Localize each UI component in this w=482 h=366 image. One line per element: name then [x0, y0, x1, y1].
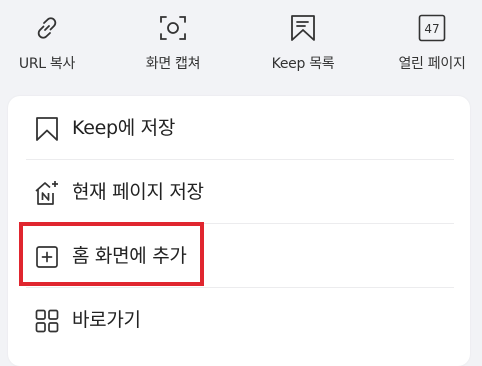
grid-icon — [35, 309, 59, 333]
open-pages-button[interactable]: 47 열린 페이지 — [377, 0, 482, 92]
copy-url-label: URL 복사 — [18, 56, 76, 72]
keep-list-label: Keep 목록 — [271, 56, 335, 72]
open-pages-icon: 47 — [418, 14, 446, 42]
menu-card: Keep에 저장 현재 페이지 저장 홈 화면에 추가 바로가기 — [8, 96, 470, 366]
add-square-icon — [36, 246, 58, 268]
shortcuts-label: 바로가기 — [72, 309, 141, 331]
copy-url-button[interactable]: URL 복사 — [0, 0, 102, 92]
add-to-home-screen-item[interactable]: 홈 화면에 추가 — [26, 224, 454, 288]
save-to-keep-label: Keep에 저장 — [72, 117, 176, 139]
screen-capture-label: 화면 캡쳐 — [145, 56, 201, 72]
keep-list-icon — [291, 15, 315, 41]
shortcuts-item[interactable]: 바로가기 — [26, 288, 454, 352]
link-icon — [37, 17, 57, 39]
open-pages-label: 열린 페이지 — [398, 56, 466, 72]
quick-action-bar: URL 복사 화면 캡쳐 Keep 목록 47 열린 페이지 — [0, 0, 482, 92]
save-current-page-item[interactable]: 현재 페이지 저장 — [26, 160, 454, 224]
screen-capture-button[interactable]: 화면 캡쳐 — [118, 0, 228, 92]
bookmark-icon — [36, 117, 58, 141]
save-current-page-label: 현재 페이지 저장 — [72, 181, 204, 203]
keep-list-button[interactable]: Keep 목록 — [248, 0, 358, 92]
save-to-keep-item[interactable]: Keep에 저장 — [26, 96, 454, 160]
open-pages-count: 47 — [424, 22, 439, 36]
save-page-icon — [35, 181, 58, 205]
screen-capture-icon — [160, 16, 186, 40]
add-to-home-screen-label: 홈 화면에 추가 — [72, 245, 187, 267]
